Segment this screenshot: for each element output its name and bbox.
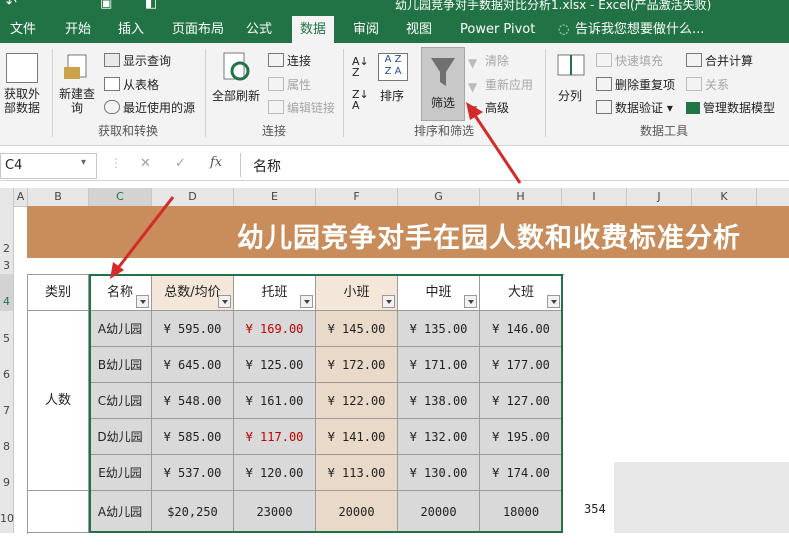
arrow-to-name-header [116,196,175,269]
arrow-to-filter [472,113,522,184]
annotation-arrows [110,102,522,279]
